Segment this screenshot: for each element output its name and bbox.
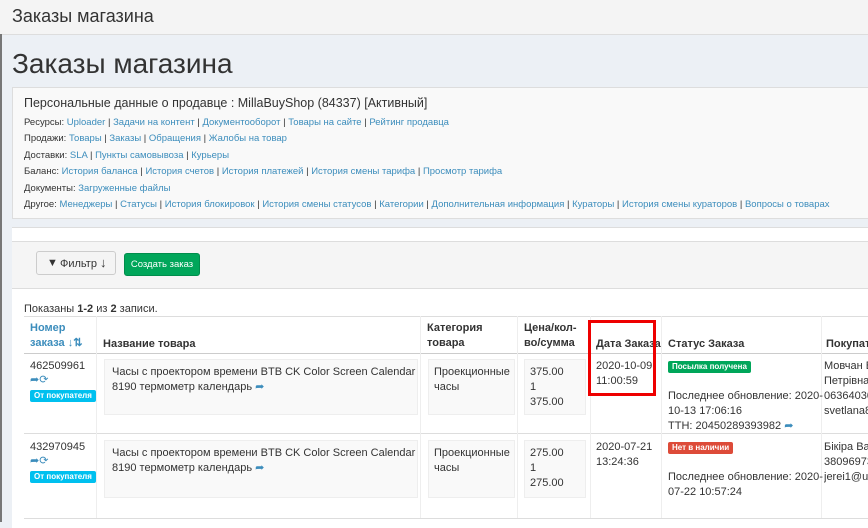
refresh-icon[interactable]: ⟳ <box>39 455 48 467</box>
status-update: Последнее обновление: 2020- 07-22 10:57:2… <box>668 471 823 498</box>
nav-row-balance: Баланс: История баланса | История счетов… <box>24 166 503 177</box>
nav-group-label: Другое: <box>24 199 57 210</box>
nav-link[interactable]: История блокировок <box>165 199 255 210</box>
order-number[interactable]: 462509961 <box>30 359 85 374</box>
buyer-info: Мовчан ВПетрівна06364030svetlana8 <box>824 360 868 417</box>
nav-link[interactable]: Вопросы о товарах <box>745 199 830 210</box>
share-arrow-icon[interactable]: ➦ <box>784 420 793 432</box>
column-header-order-no[interactable]: Номер заказа ↓⇅ <box>30 321 82 351</box>
nav-link[interactable]: Товары <box>69 133 102 144</box>
refresh-icon[interactable]: ⟳ <box>39 374 48 386</box>
nav-link[interactable]: Документооборот <box>202 117 280 128</box>
nav-link[interactable]: История смены кураторов <box>622 199 737 210</box>
nav-link[interactable]: История баланса <box>62 166 138 177</box>
nav-group-label: Продажи: <box>24 133 67 144</box>
arrow-down-icon: ↓ <box>100 255 107 270</box>
nav-link[interactable]: Дополнительная информация <box>432 199 565 210</box>
buyer-info: Бікіра Ва38096973jerei1@u <box>824 441 868 483</box>
top-bar: Заказы магазина <box>0 0 868 35</box>
order-number[interactable]: 432970945 <box>30 440 85 455</box>
source-badge: От покупателя <box>30 471 96 483</box>
nav-link[interactable]: Обращения <box>149 133 201 144</box>
status-update: Последнее обновление: 2020- 10-13 17:06:1… <box>668 390 823 432</box>
nav-link[interactable]: Заказы <box>109 133 141 144</box>
category-name: Проекционные часы <box>434 447 510 474</box>
nav-link[interactable]: Курьеры <box>191 150 229 161</box>
source-badge: От покупателя <box>30 390 96 402</box>
window-title: Заказы магазина <box>12 6 154 26</box>
nav-row-documents: Документы: Загруженные файлы <box>24 183 170 194</box>
funnel-icon: ▼ <box>47 257 58 269</box>
nav-link[interactable]: Просмотр тарифа <box>423 166 502 177</box>
share-arrow-icon[interactable]: ➦ <box>30 374 39 386</box>
status-badge: Посылка получена <box>668 361 751 373</box>
order-actions: ➦⟳ <box>30 373 48 386</box>
nav-link[interactable]: SLA <box>70 150 87 161</box>
share-arrow-icon[interactable]: ➦ <box>255 462 264 474</box>
category-name: Проекционные часы <box>434 366 510 393</box>
create-order-button[interactable]: Создать заказ <box>124 253 200 276</box>
records-summary: Показаны 1-2 из 2 записи. <box>24 303 158 315</box>
table-top-border <box>24 316 868 317</box>
column-divider <box>661 316 662 518</box>
nav-group-label: Баланс: <box>24 166 59 177</box>
nav-group-label: Документы: <box>24 183 76 194</box>
nav-link[interactable]: История смены статусов <box>262 199 371 210</box>
share-arrow-icon[interactable]: ➦ <box>255 381 264 393</box>
highlight-box <box>588 320 656 396</box>
order-date: 2020-07-21 13:24:36 <box>596 441 653 468</box>
column-header-price: Цена/кол-во/сумма <box>524 322 577 349</box>
nav-row-resources: Ресурсы: Uploader | Задачи на контент | … <box>24 117 449 128</box>
nav-row-delivery: Доставки: SLA | Пункты самовывоза | Курь… <box>24 150 230 161</box>
product-name[interactable]: Часы с проектором времени BTB CK Color S… <box>112 365 415 395</box>
sidebar-edge <box>0 34 2 522</box>
column-divider <box>517 316 518 518</box>
nav-link[interactable]: Кураторы <box>572 199 614 210</box>
seller-title: Персональные данные о продавце : MillaBu… <box>24 96 428 110</box>
column-divider <box>96 316 97 518</box>
column-header-status: Статус Заказа <box>668 338 745 350</box>
nav-link[interactable]: Жалобы на товар <box>209 133 287 144</box>
table-header-border <box>24 353 868 354</box>
nav-link[interactable]: Товары на сайте <box>288 117 361 128</box>
nav-link[interactable]: Uploader <box>67 117 106 128</box>
nav-group-label: Доставки: <box>24 150 68 161</box>
table-row-divider <box>24 518 868 519</box>
price-qty-sum: 275.00 1 275.00 <box>530 447 564 489</box>
sort-icon: ↓⇅ <box>67 337 83 349</box>
nav-row-other: Другое: Менеджеры | Статусы | История бл… <box>24 199 830 210</box>
nav-link[interactable]: История смены тарифа <box>311 166 415 177</box>
nav-link[interactable]: История счетов <box>145 166 214 177</box>
nav-link[interactable]: Загруженные файлы <box>78 183 170 194</box>
column-divider <box>420 316 421 518</box>
nav-link[interactable]: Пункты самовывоза <box>95 150 183 161</box>
page-title: Заказы магазина <box>12 48 233 79</box>
nav-link[interactable]: Статусы <box>120 199 157 210</box>
column-header-category: Категория товара <box>427 322 483 349</box>
column-header-product: Название товара <box>103 338 196 350</box>
price-qty-sum: 375.00 1 375.00 <box>530 366 564 408</box>
status-badge: Нет в наличии <box>668 442 734 454</box>
nav-link[interactable]: Категории <box>379 199 424 210</box>
nav-link[interactable]: История платежей <box>222 166 304 177</box>
nav-link[interactable]: Рейтинг продавца <box>369 117 449 128</box>
nav-row-sales: Продажи: Товары | Заказы | Обращения | Ж… <box>24 133 287 144</box>
filter-button[interactable]: ▼ Фильтр ↓ <box>36 251 116 275</box>
order-actions: ➦⟳ <box>30 454 48 467</box>
ttn-number: ТТН: 20450289393982 <box>668 420 782 432</box>
nav-link[interactable]: Менеджеры <box>59 199 112 210</box>
column-header-buyer: Покупат <box>826 338 868 350</box>
nav-group-label: Ресурсы: <box>24 117 65 128</box>
share-arrow-icon[interactable]: ➦ <box>30 455 39 467</box>
filter-button-label: Фильтр <box>60 258 97 270</box>
nav-link[interactable]: Задачи на контент <box>113 117 195 128</box>
seller-info-panel: Персональные данные о продавце : MillaBu… <box>12 87 868 219</box>
product-name[interactable]: Часы с проектором времени BTB CK Color S… <box>112 446 415 476</box>
